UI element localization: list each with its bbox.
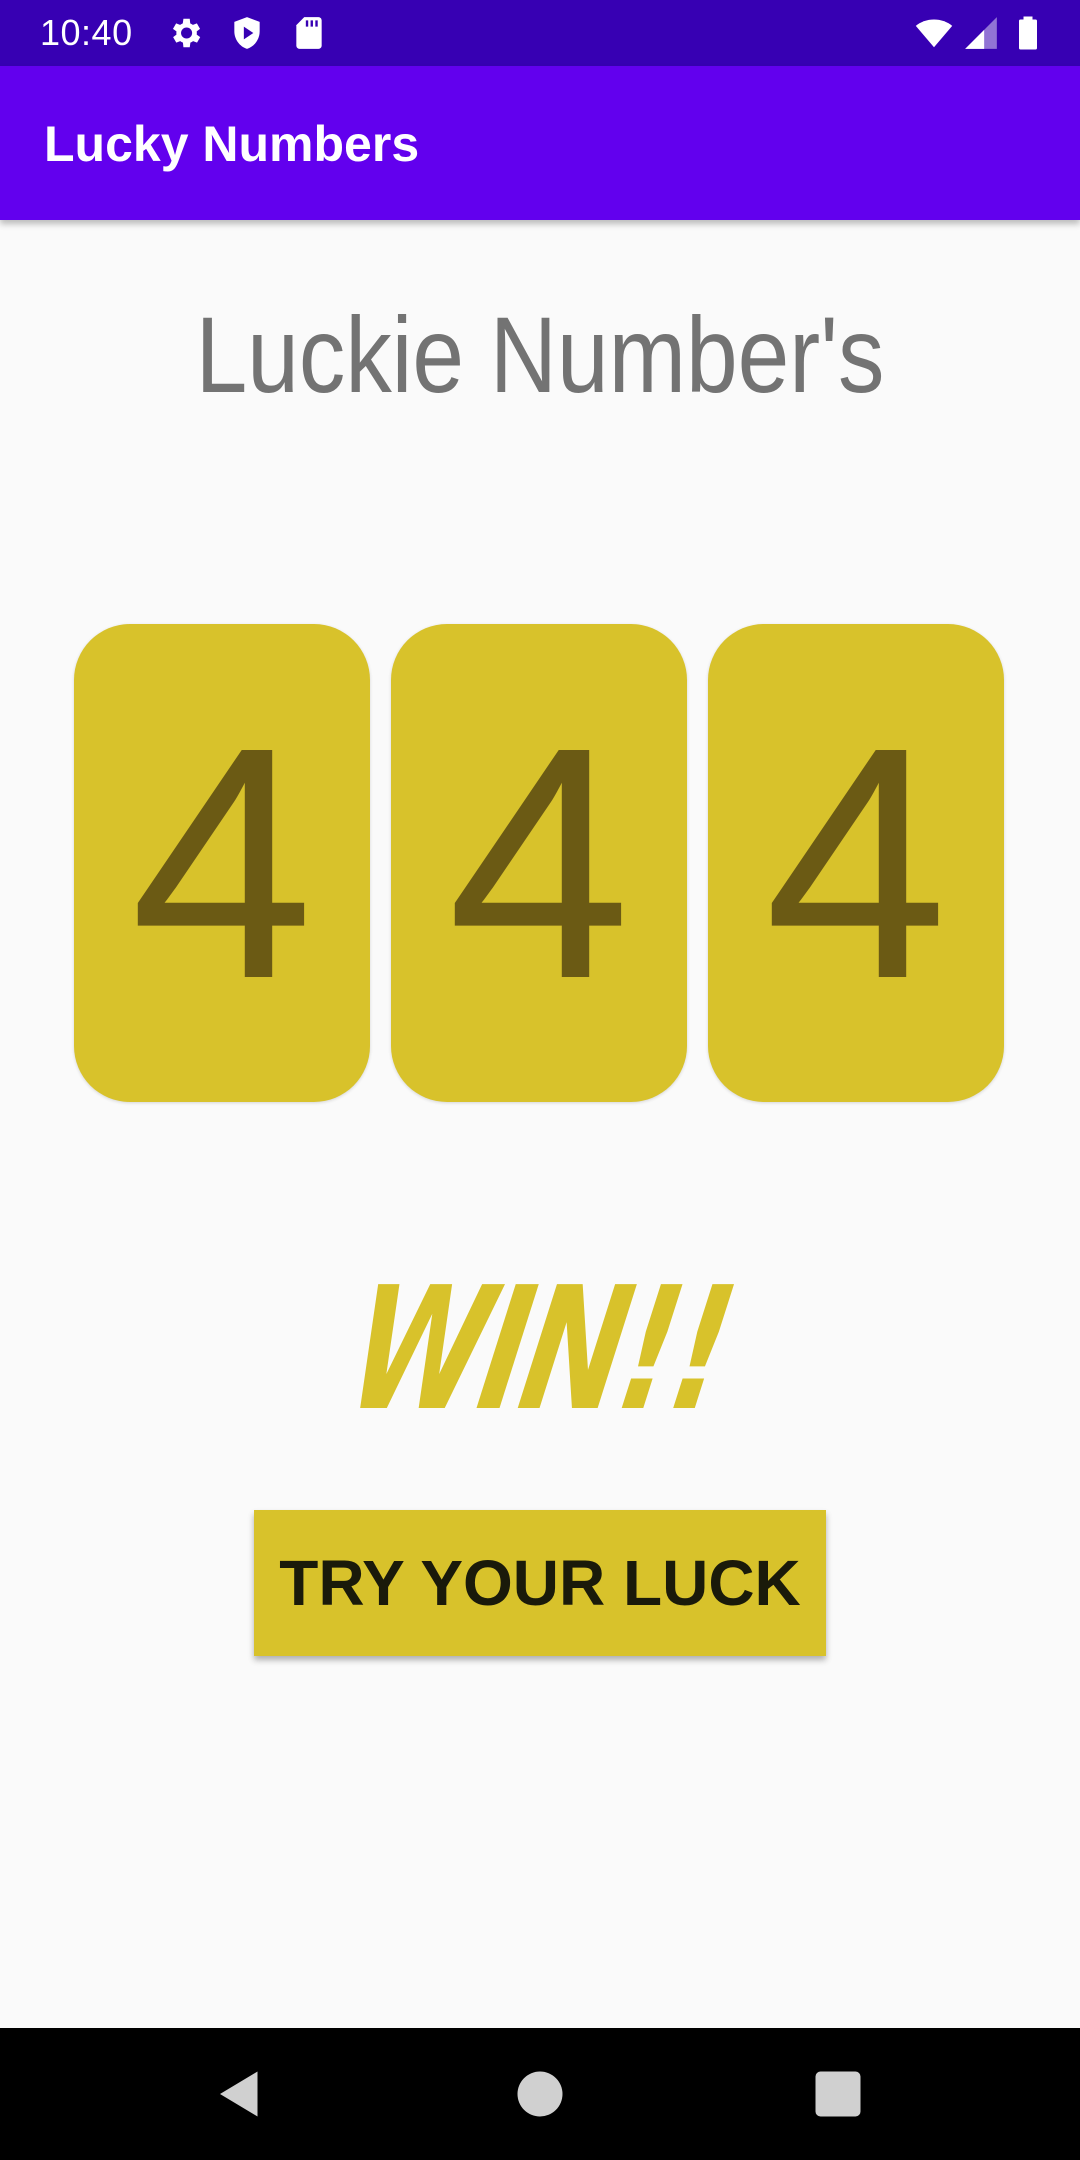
number-value-1: 4: [130, 678, 314, 1047]
recents-icon[interactable]: [808, 2064, 868, 2124]
status-time: 10:40: [40, 12, 133, 53]
signal-icon: [962, 14, 1000, 52]
result-text: WIN!!: [336, 1251, 744, 1449]
try-your-luck-button[interactable]: TRY YOUR LUCK: [254, 1510, 826, 1656]
gear-icon: [166, 14, 204, 52]
back-icon[interactable]: [210, 2064, 270, 2124]
number-value-3: 4: [764, 678, 948, 1047]
app-title: Lucky Numbers: [44, 116, 420, 172]
number-card-1: 4: [74, 624, 370, 1102]
home-icon[interactable]: [510, 2064, 570, 2124]
status-bar: 10:40: [0, 0, 1080, 66]
page-heading: Luckie Number's: [195, 294, 885, 415]
number-card-3: 4: [708, 624, 1004, 1102]
sd-card-icon: [290, 14, 328, 52]
number-card-2: 4: [391, 624, 687, 1102]
battery-icon: [1010, 14, 1046, 52]
wifi-icon: [912, 14, 956, 52]
navigation-bar: [0, 2028, 1080, 2160]
app-bar: Lucky Numbers: [0, 66, 1080, 220]
number-value-2: 4: [447, 678, 631, 1047]
shield-play-icon: [228, 14, 266, 52]
